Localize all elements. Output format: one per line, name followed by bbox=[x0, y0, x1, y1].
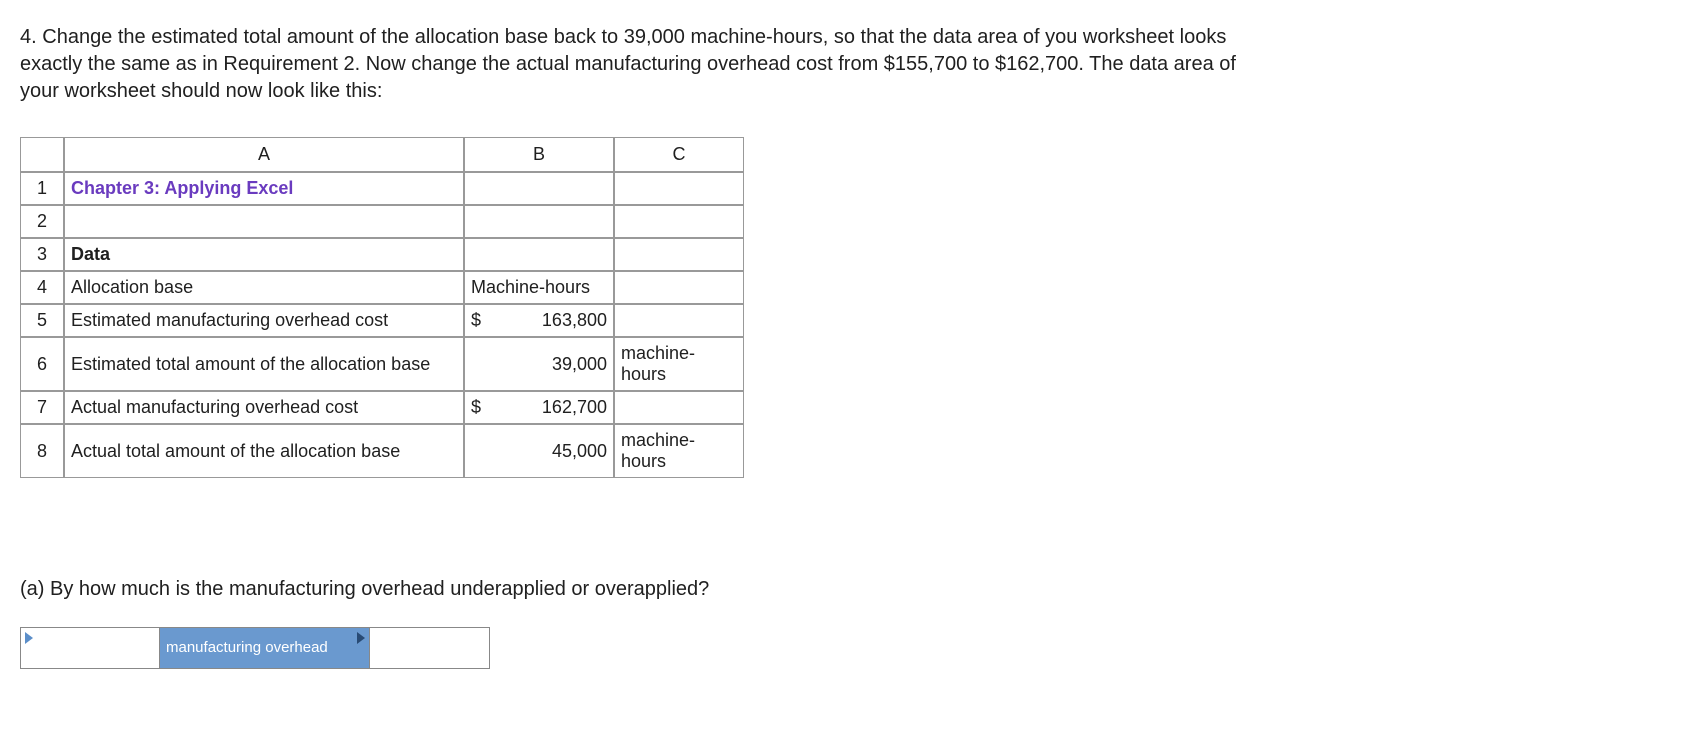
cell-c bbox=[614, 391, 744, 424]
dropdown-indicator-icon bbox=[357, 632, 365, 644]
row-number: 6 bbox=[20, 337, 64, 391]
row-number: 1 bbox=[20, 172, 64, 205]
cell-c: machine-hours bbox=[614, 424, 744, 478]
cell-c bbox=[614, 304, 744, 337]
cell-a: Actual total amount of the allocation ba… bbox=[64, 424, 464, 478]
table-row: 5 Estimated manufacturing overhead cost … bbox=[20, 304, 744, 337]
cell-c bbox=[614, 172, 744, 205]
cell-a: Actual manufacturing overhead cost bbox=[64, 391, 464, 424]
cell-a: Data bbox=[64, 238, 464, 271]
row-number: 8 bbox=[20, 424, 64, 478]
row-number: 4 bbox=[20, 271, 64, 304]
cell-b bbox=[464, 238, 614, 271]
question-text: 4. Change the estimated total amount of … bbox=[20, 24, 1240, 105]
table-row: 1 Chapter 3: Applying Excel bbox=[20, 172, 744, 205]
col-header-c: C bbox=[614, 137, 744, 172]
col-header-a: A bbox=[64, 137, 464, 172]
cell-value: 163,800 bbox=[542, 310, 607, 331]
question-number: 4. bbox=[20, 26, 37, 48]
cell-b bbox=[464, 205, 614, 238]
cell-value: 162,700 bbox=[542, 397, 607, 418]
row-number: 7 bbox=[20, 391, 64, 424]
row-number: 5 bbox=[20, 304, 64, 337]
answer-label: manufacturing overhead bbox=[160, 627, 370, 669]
cell-c bbox=[614, 205, 744, 238]
currency-symbol: $ bbox=[471, 310, 481, 331]
cell-a: Estimated total amount of the allocation… bbox=[64, 337, 464, 391]
answer-label-text: manufacturing overhead bbox=[166, 639, 328, 656]
row-number: 3 bbox=[20, 238, 64, 271]
table-row: 8 Actual total amount of the allocation … bbox=[20, 424, 744, 478]
dropdown-indicator-icon bbox=[25, 632, 33, 644]
row-number: 2 bbox=[20, 205, 64, 238]
table-row: 4 Allocation base Machine-hours bbox=[20, 271, 744, 304]
cell-a: Chapter 3: Applying Excel bbox=[64, 172, 464, 205]
cell-a: Estimated manufacturing overhead cost bbox=[64, 304, 464, 337]
cell-b: $ 163,800 bbox=[464, 304, 614, 337]
corner-cell bbox=[20, 137, 64, 172]
header-row: A B C bbox=[20, 137, 744, 172]
cell-b: $ 162,700 bbox=[464, 391, 614, 424]
spreadsheet-table: A B C 1 Chapter 3: Applying Excel 2 3 Da… bbox=[20, 137, 744, 478]
answer-amount-input[interactable] bbox=[370, 627, 490, 669]
cell-c bbox=[614, 271, 744, 304]
table-row: 6 Estimated total amount of the allocati… bbox=[20, 337, 744, 391]
overapplied-underapplied-dropdown[interactable] bbox=[20, 627, 160, 669]
cell-a bbox=[64, 205, 464, 238]
cell-b: 39,000 bbox=[464, 337, 614, 391]
cell-b: 45,000 bbox=[464, 424, 614, 478]
sub-question-a: (a) By how much is the manufacturing ove… bbox=[20, 578, 1220, 601]
cell-c: machine-hours bbox=[614, 337, 744, 391]
table-row: 3 Data bbox=[20, 238, 744, 271]
col-header-b: B bbox=[464, 137, 614, 172]
cell-b bbox=[464, 172, 614, 205]
cell-a: Allocation base bbox=[64, 271, 464, 304]
cell-c bbox=[614, 238, 744, 271]
answer-row: manufacturing overhead bbox=[20, 627, 1680, 669]
question-body: Change the estimated total amount of the… bbox=[20, 26, 1236, 102]
table-row: 2 bbox=[20, 205, 744, 238]
cell-b: Machine-hours bbox=[464, 271, 614, 304]
currency-symbol: $ bbox=[471, 397, 481, 418]
table-row: 7 Actual manufacturing overhead cost $ 1… bbox=[20, 391, 744, 424]
